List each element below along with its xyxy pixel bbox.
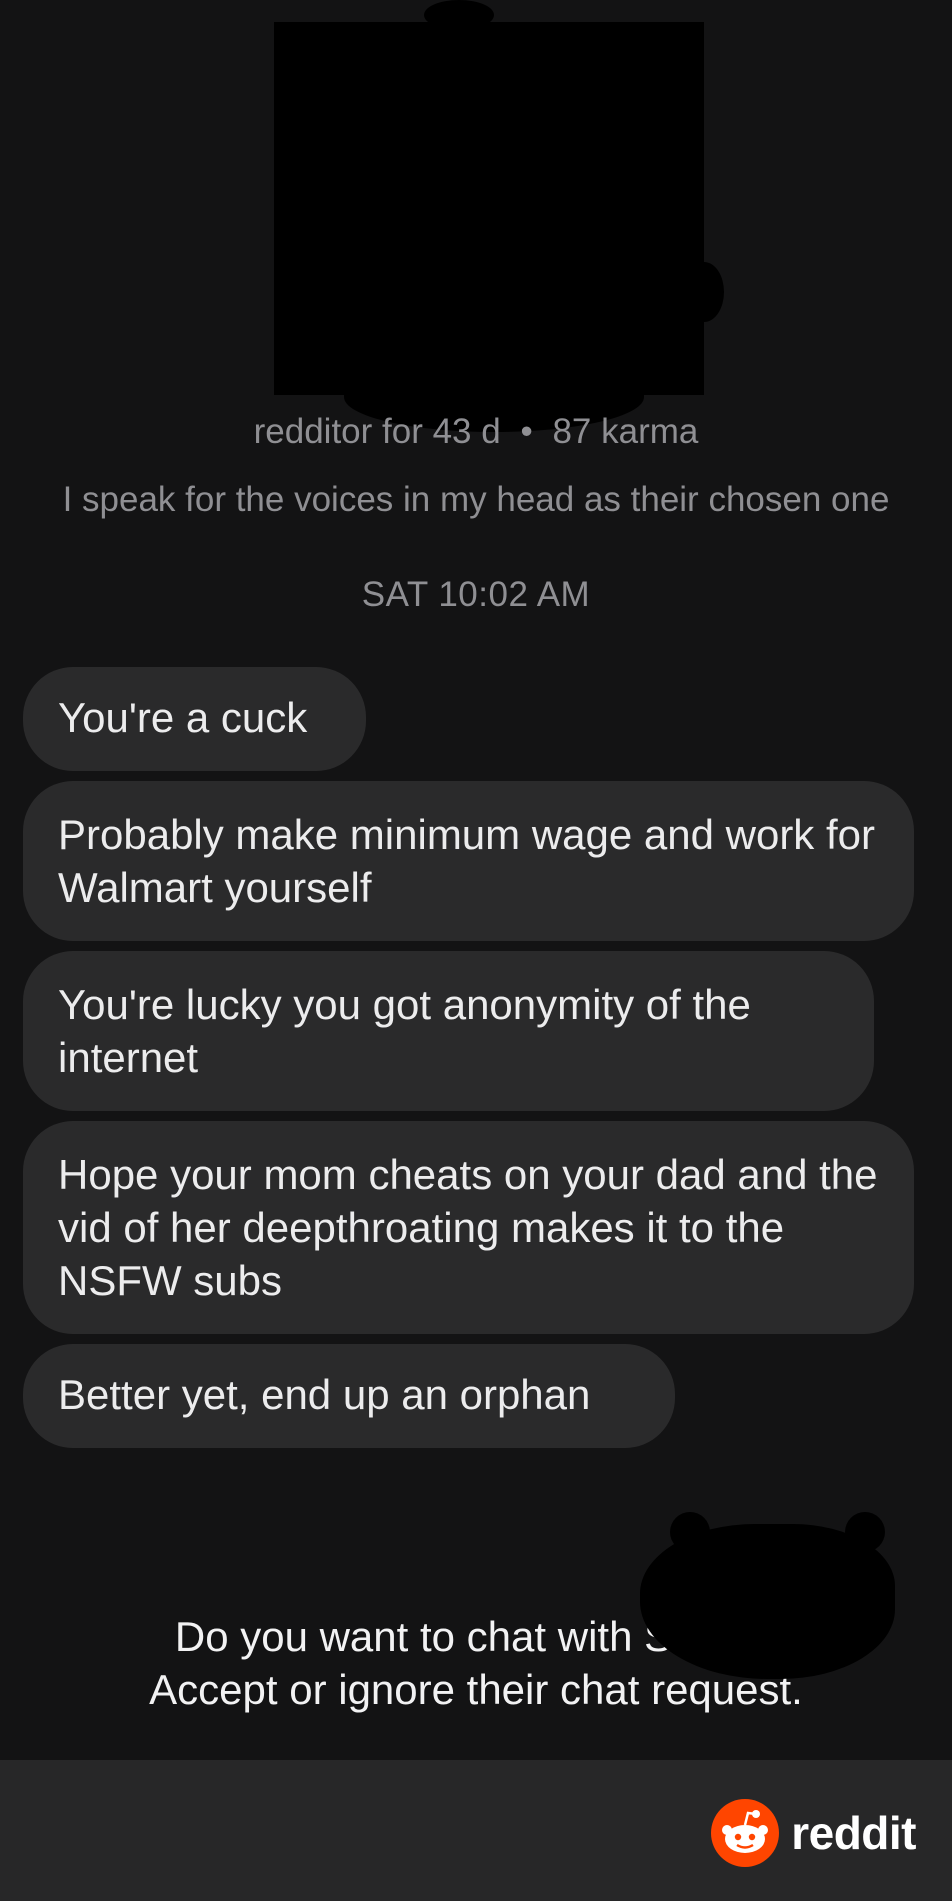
reddit-wordmark: reddit bbox=[791, 1807, 916, 1859]
profile-bio: I speak for the voices in my head as the… bbox=[62, 480, 890, 519]
message-bubble[interactable]: Better yet, end up an orphan bbox=[23, 1344, 675, 1448]
message-bubble[interactable]: You're a cuck bbox=[23, 667, 366, 771]
redacted-username bbox=[640, 1512, 895, 1679]
account-age: redditor for 43 d bbox=[253, 412, 501, 451]
redaction-mark bbox=[670, 1512, 710, 1552]
footer-bar: reddit bbox=[0, 1760, 952, 1901]
reddit-logo: reddit bbox=[711, 1798, 916, 1868]
message-bubble[interactable]: Probably make minimum wage and work for … bbox=[23, 781, 914, 941]
message-timestamp: SAT 10:02 AM bbox=[361, 575, 591, 614]
message-list: You're a cuck Probably make minimum wage… bbox=[23, 667, 923, 1458]
redaction-mark bbox=[684, 262, 724, 322]
karma-count: 87 karma bbox=[552, 412, 699, 451]
message-bubble[interactable]: You're lucky you got anonymity of the in… bbox=[23, 951, 874, 1111]
profile-meta: redditor for 43 d • 87 karma bbox=[0, 412, 952, 452]
redaction-mark bbox=[424, 0, 494, 30]
meta-separator: • bbox=[520, 412, 533, 451]
redacted-avatar bbox=[274, 0, 724, 432]
redaction-mark bbox=[845, 1512, 885, 1552]
message-bubble[interactable]: Hope your mom cheats on your dad and the… bbox=[23, 1121, 914, 1334]
snoo-icon bbox=[711, 1799, 780, 1867]
